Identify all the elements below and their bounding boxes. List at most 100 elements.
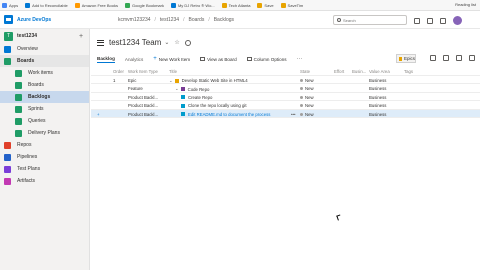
column-header-business-value[interactable]: Busin...: [352, 69, 370, 74]
sidebar-item-delivery-plans[interactable]: Delivery Plans: [0, 127, 89, 139]
nav-icon: [15, 117, 22, 125]
bookmark-item[interactable]: Apps: [2, 2, 18, 8]
cell-title[interactable]: Clone the repo locally using git: [169, 103, 304, 108]
breadcrumb-organization[interactable]: kcmvm123234: [118, 17, 151, 23]
table-row[interactable]: 1 Epic ⌄ Develop Static Web Site in HTML4 Ne…: [91, 76, 480, 84]
bookmark-label: My DJ Retro ® Wo...: [177, 2, 215, 8]
nav-icon: [4, 165, 11, 173]
sidebar-item-label: Backlogs: [28, 94, 51, 100]
sidebar-item-work-items[interactable]: Work items: [0, 67, 89, 79]
work-item-title[interactable]: Code Repo: [188, 87, 210, 92]
table-row[interactable]: Product Backl... Clone the repo locally u…: [91, 101, 480, 110]
bookmark-item[interactable]: Add to Reconcilable: [25, 2, 68, 8]
more-options-icon[interactable]: ···: [297, 56, 303, 62]
nav-icon: [4, 57, 11, 65]
sidebar-item-boards[interactable]: Boards: [0, 55, 89, 67]
cell-value-area: Business: [369, 94, 387, 100]
breadcrumb-boards[interactable]: Boards: [188, 17, 204, 23]
backlog-level-dropdown[interactable]: Epics: [396, 54, 416, 63]
filter-icon[interactable]: [443, 55, 449, 61]
top-header: Azure DevOps kcmvm123234 / test1234 / Bo…: [0, 11, 480, 29]
work-item-title[interactable]: Clone the repo locally using git: [188, 103, 247, 108]
reading-list-button[interactable]: Reading list: [455, 2, 476, 7]
cell-value-area: Business: [369, 111, 387, 117]
settings-icon[interactable]: [430, 55, 436, 61]
search-box[interactable]: [333, 15, 407, 25]
column-header-title[interactable]: Title: [169, 69, 304, 74]
project-badge: T: [4, 31, 13, 41]
sidebar-item-sprints[interactable]: Sprints: [0, 103, 89, 115]
page-title: test1234 Team: [109, 38, 162, 47]
table-row[interactable]: Product Backl... Create Repo New Business: [91, 93, 480, 101]
favorite-star-icon[interactable]: ☆: [174, 39, 179, 46]
sidebar-item-label: Work items: [28, 70, 53, 76]
expand-caret-icon[interactable]: ⌄: [169, 78, 173, 84]
bookmark-label: SaveTim: [287, 2, 304, 8]
chevron-down-icon[interactable]: ⌄: [164, 39, 169, 46]
team-members-icon[interactable]: [184, 39, 191, 46]
nav-icon: [4, 153, 11, 161]
cell-title[interactable]: Create Repo: [169, 95, 304, 100]
expand-caret-icon[interactable]: ⌄: [175, 86, 179, 92]
bookmark-item[interactable]: My DJ Retro ® Wo...: [170, 2, 215, 8]
sidebar-item-label: Pipelines: [17, 154, 38, 160]
work-item-title[interactable]: Create Repo: [188, 95, 212, 100]
breadcrumb-backlogs[interactable]: Backlogs: [214, 17, 234, 23]
bookmark-item[interactable]: Amazon Free Books: [74, 2, 118, 8]
table-row[interactable]: + Product Backl... Edit README.md to docum…: [91, 109, 480, 118]
breadcrumb-project[interactable]: test1234: [160, 17, 179, 23]
view-options-icon[interactable]: [456, 55, 462, 61]
fullscreen-icon[interactable]: [469, 55, 475, 61]
sidebar-item-boards[interactable]: Boards: [0, 79, 89, 91]
sidebar-item-label: Delivery Plans: [28, 130, 60, 136]
table-row[interactable]: Feature ⌄ Code Repo New Business: [91, 84, 480, 93]
cell-title[interactable]: ⌄ Develop Static Web Site in HTML4: [169, 78, 304, 84]
tab-analytics[interactable]: Analytics: [125, 57, 143, 62]
bookmark-label: Amazon Free Books: [81, 2, 118, 8]
avatar[interactable]: [453, 16, 462, 25]
sidebar-item-label: Sprints: [28, 106, 44, 112]
work-item-title[interactable]: Develop Static Web Site in HTML4: [182, 78, 248, 83]
work-item-title[interactable]: Edit README.md to document the process: [188, 112, 270, 117]
search-input[interactable]: [343, 17, 403, 23]
sidebar-item-test-plans[interactable]: Test Plans: [0, 163, 89, 175]
state-dot-icon: [300, 87, 303, 90]
bookmark-item[interactable]: Tech Atlanta: [221, 2, 251, 8]
view-as-board-button[interactable]: View as Board: [200, 57, 237, 62]
column-header-tags[interactable]: Tags: [404, 69, 434, 74]
add-icon[interactable]: +: [79, 33, 89, 40]
help-icon[interactable]: [427, 17, 433, 24]
column-header-state[interactable]: State: [300, 69, 330, 74]
cell-title[interactable]: ⌄ Code Repo: [169, 86, 304, 92]
new-work-item-button[interactable]: + New Work Item: [153, 56, 190, 62]
board-icon: [200, 57, 206, 61]
sidebar-item-artifacts[interactable]: Artifacts: [0, 175, 89, 187]
cell-title[interactable]: Edit README.md to document the process: [169, 112, 304, 117]
project-header[interactable]: T test1234 +: [0, 29, 89, 43]
cell-work-item-type: Epic: [128, 77, 137, 83]
list-settings-icon[interactable]: [414, 17, 420, 24]
column-header-value-area[interactable]: Value Area: [369, 69, 399, 74]
bookmark-item[interactable]: Google Bookmark: [124, 2, 164, 8]
sidebar-item-pipelines[interactable]: Pipelines: [0, 151, 89, 163]
view-as-board-label: View as Board: [207, 56, 237, 62]
brand[interactable]: Azure DevOps: [4, 15, 51, 24]
column-header-order[interactable]: Order: [113, 69, 125, 74]
new-work-item-label: New Work Item: [158, 56, 191, 62]
sidebar-item-overview[interactable]: Overview: [0, 43, 89, 55]
column-options-button[interactable]: Column Options: [246, 57, 287, 62]
column-header-type[interactable]: Work Item Type: [128, 69, 166, 74]
sidebar-item-repos[interactable]: Repos: [0, 139, 89, 151]
bookmark-label: Tech Atlanta: [228, 2, 251, 8]
user-settings-icon[interactable]: [440, 17, 446, 24]
bookmark-item[interactable]: SaveTim: [280, 2, 304, 8]
state-label: New: [305, 77, 314, 83]
tab-backlog[interactable]: Backlog: [97, 56, 115, 63]
state-label: New: [305, 94, 314, 100]
bookmark-item[interactable]: Save: [257, 2, 274, 8]
sidebar-item-backlogs[interactable]: Backlogs: [0, 91, 89, 103]
add-child-icon[interactable]: +: [97, 112, 105, 117]
column-header-effort[interactable]: Effort: [334, 69, 348, 74]
nav-icon: [15, 105, 22, 113]
sidebar-item-queries[interactable]: Queries: [0, 115, 89, 127]
